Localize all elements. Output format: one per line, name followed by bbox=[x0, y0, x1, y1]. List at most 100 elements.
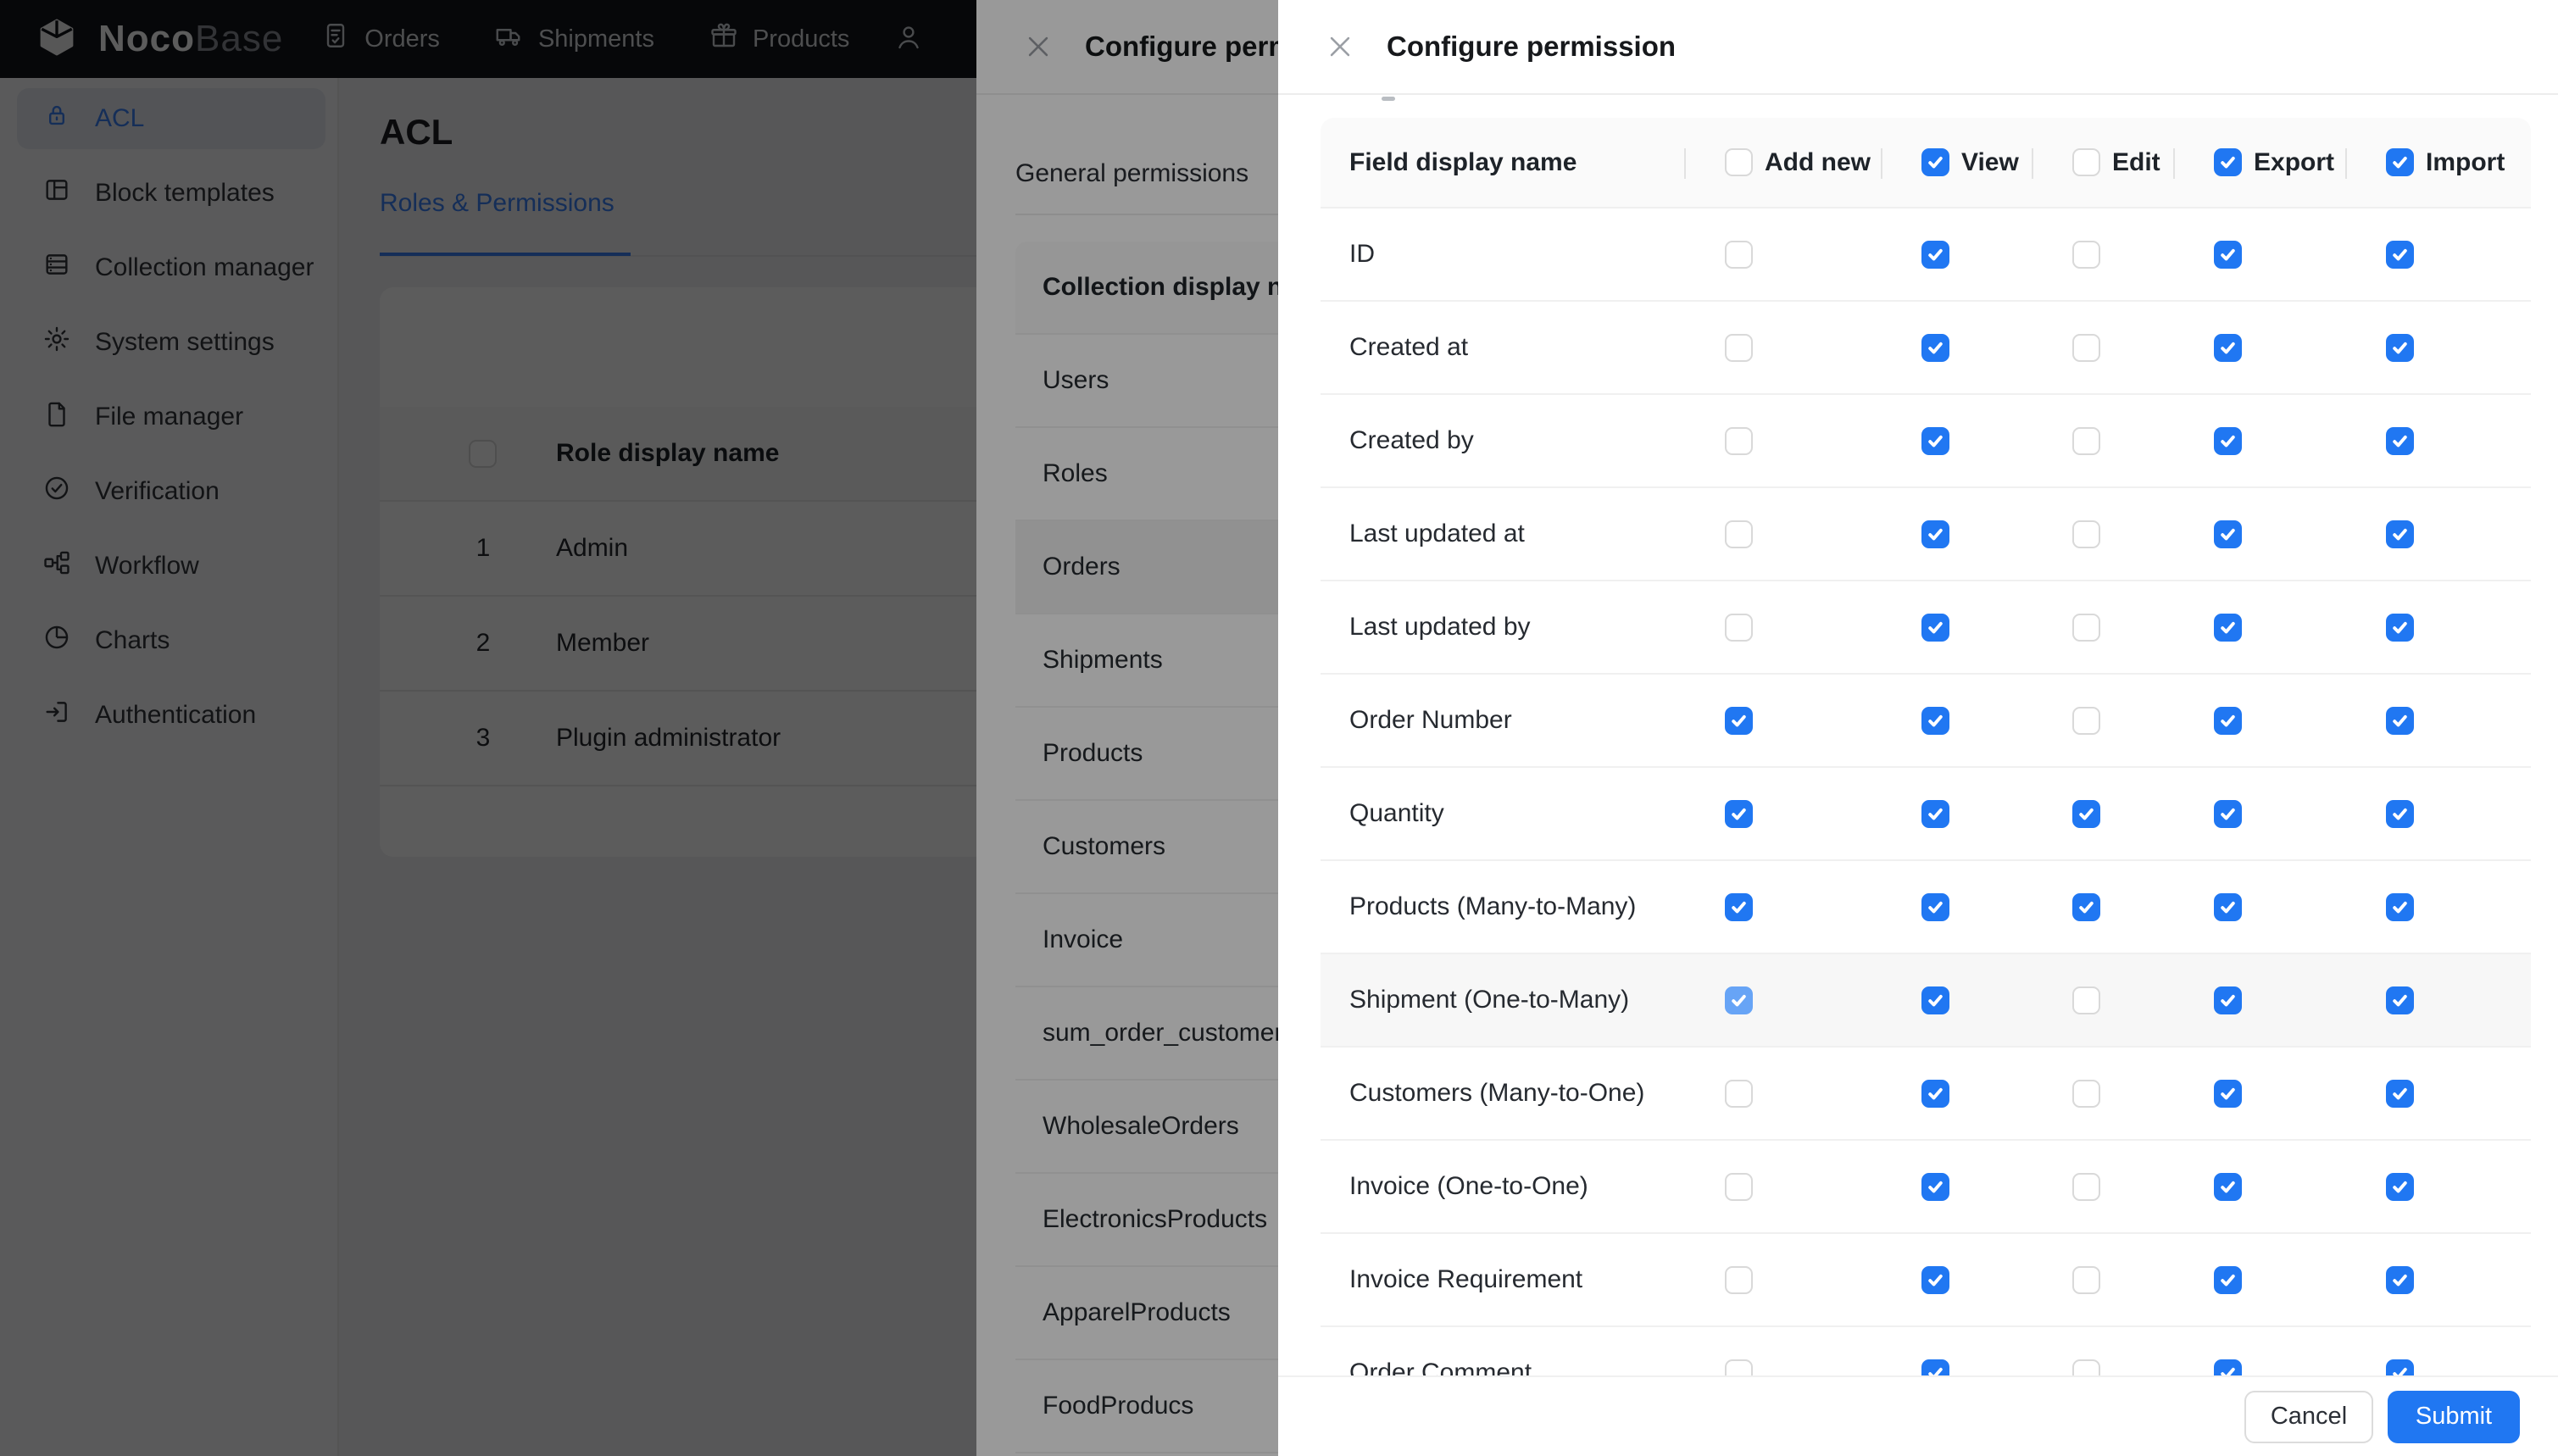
field-permissions-header: Field display name Add new View Edit Export I… bbox=[1321, 118, 2531, 208]
checkbox-edit[interactable] bbox=[2072, 706, 2100, 735]
cancel-button[interactable]: Cancel bbox=[2244, 1390, 2373, 1443]
permission-cell-import bbox=[2345, 488, 2531, 580]
checkbox-export[interactable] bbox=[2214, 333, 2242, 362]
checkbox-add-new[interactable] bbox=[1725, 986, 1753, 1014]
checkbox-import[interactable] bbox=[2386, 520, 2414, 548]
checkbox-view[interactable] bbox=[1921, 426, 1949, 455]
checkbox-edit[interactable] bbox=[2072, 1172, 2100, 1201]
column-header-label: Export bbox=[2254, 147, 2335, 176]
permission-cell-add-new bbox=[1684, 488, 1881, 580]
checkbox-view[interactable] bbox=[1921, 613, 1949, 642]
checkbox-edit[interactable] bbox=[2072, 986, 2100, 1014]
checkbox-edit[interactable] bbox=[2072, 240, 2100, 269]
checkbox-view[interactable] bbox=[1921, 706, 1949, 735]
checkbox-import[interactable] bbox=[2386, 706, 2414, 735]
screen: NocoBase Orders Shipments Products ACL Bloc… bbox=[0, 0, 2558, 1456]
checkbox-export[interactable] bbox=[2214, 799, 2242, 828]
checkbox-import[interactable] bbox=[2386, 333, 2414, 362]
field-display-name: ID bbox=[1349, 240, 1375, 268]
checkbox-export[interactable] bbox=[2214, 240, 2242, 269]
column-checkbox-import[interactable] bbox=[2386, 148, 2414, 176]
checkbox-add-new[interactable] bbox=[1725, 426, 1753, 455]
column-checkbox-add-new[interactable] bbox=[1725, 148, 1753, 176]
checkbox-export[interactable] bbox=[2214, 426, 2242, 455]
column-checkbox-export[interactable] bbox=[2214, 148, 2242, 176]
permission-cell-view bbox=[1881, 488, 2032, 580]
checkbox-import[interactable] bbox=[2386, 1172, 2414, 1201]
column-checkbox-view[interactable] bbox=[1921, 148, 1949, 176]
checkbox-add-new[interactable] bbox=[1725, 799, 1753, 828]
checkbox-import[interactable] bbox=[2386, 613, 2414, 642]
column-header-view: View bbox=[1881, 118, 2032, 207]
permission-cell-edit bbox=[2032, 1234, 2173, 1325]
checkbox-edit[interactable] bbox=[2072, 333, 2100, 362]
permission-cell-view bbox=[1881, 1141, 2032, 1232]
checkbox-add-new[interactable] bbox=[1725, 892, 1753, 921]
scrolled-content-artifact bbox=[1382, 97, 1395, 101]
field-display-name: Invoice (One-to-One) bbox=[1349, 1172, 1588, 1200]
checkbox-import[interactable] bbox=[2386, 240, 2414, 269]
permission-cell-view bbox=[1881, 1048, 2032, 1139]
checkbox-add-new[interactable] bbox=[1725, 520, 1753, 548]
close-icon[interactable] bbox=[1326, 32, 1354, 61]
permission-cell-edit bbox=[2032, 1048, 2173, 1139]
field-display-name: Products (Many-to-Many) bbox=[1349, 892, 1637, 920]
checkbox-export[interactable] bbox=[2214, 613, 2242, 642]
permission-cell-view bbox=[1881, 1234, 2032, 1325]
permission-cell-add-new bbox=[1684, 395, 1881, 486]
column-header-label: Import bbox=[2426, 147, 2505, 176]
permission-cell-edit bbox=[2032, 488, 2173, 580]
checkbox-export[interactable] bbox=[2214, 706, 2242, 735]
drawer-footer: Cancel Submit bbox=[1278, 1375, 2558, 1456]
checkbox-export[interactable] bbox=[2214, 520, 2242, 548]
checkbox-view[interactable] bbox=[1921, 1079, 1949, 1108]
checkbox-import[interactable] bbox=[2386, 1079, 2414, 1108]
checkbox-export[interactable] bbox=[2214, 1172, 2242, 1201]
permission-cell-import bbox=[2345, 302, 2531, 393]
checkbox-export[interactable] bbox=[2214, 1079, 2242, 1108]
checkbox-view[interactable] bbox=[1921, 1172, 1949, 1201]
checkbox-edit[interactable] bbox=[2072, 1265, 2100, 1294]
checkbox-view[interactable] bbox=[1921, 986, 1949, 1014]
checkbox-import[interactable] bbox=[2386, 892, 2414, 921]
checkbox-edit[interactable] bbox=[2072, 799, 2100, 828]
checkbox-view[interactable] bbox=[1921, 333, 1949, 362]
checkbox-view[interactable] bbox=[1921, 1265, 1949, 1294]
checkbox-view[interactable] bbox=[1921, 799, 1949, 828]
checkbox-view[interactable] bbox=[1921, 892, 1949, 921]
checkbox-add-new[interactable] bbox=[1725, 1079, 1753, 1108]
checkbox-export[interactable] bbox=[2214, 892, 2242, 921]
checkbox-import[interactable] bbox=[2386, 1265, 2414, 1294]
permission-cell-edit bbox=[2032, 302, 2173, 393]
checkbox-import[interactable] bbox=[2386, 799, 2414, 828]
checkbox-export[interactable] bbox=[2214, 986, 2242, 1014]
checkbox-view[interactable] bbox=[1921, 240, 1949, 269]
field-row-quantity: Quantity bbox=[1321, 768, 2531, 861]
checkbox-export[interactable] bbox=[2214, 1265, 2242, 1294]
field-row-invoice-one-to-one-: Invoice (One-to-One) bbox=[1321, 1141, 2531, 1234]
checkbox-add-new[interactable] bbox=[1725, 706, 1753, 735]
checkbox-import[interactable] bbox=[2386, 986, 2414, 1014]
checkbox-add-new[interactable] bbox=[1725, 333, 1753, 362]
checkbox-add-new[interactable] bbox=[1725, 1172, 1753, 1201]
permission-cell-add-new bbox=[1684, 954, 1881, 1046]
checkbox-edit[interactable] bbox=[2072, 613, 2100, 642]
checkbox-edit[interactable] bbox=[2072, 1079, 2100, 1108]
field-display-name: Last updated at bbox=[1349, 520, 1525, 547]
permission-cell-add-new bbox=[1684, 768, 1881, 859]
submit-button[interactable]: Submit bbox=[2388, 1390, 2520, 1443]
checkbox-add-new[interactable] bbox=[1725, 1265, 1753, 1294]
checkbox-view[interactable] bbox=[1921, 520, 1949, 548]
permission-cell-edit bbox=[2032, 395, 2173, 486]
drawer-configure-permission: Configure permission Field display name A… bbox=[1278, 0, 2558, 1456]
permission-cell-import bbox=[2345, 395, 2531, 486]
checkbox-edit[interactable] bbox=[2072, 426, 2100, 455]
checkbox-add-new[interactable] bbox=[1725, 240, 1753, 269]
column-checkbox-edit[interactable] bbox=[2072, 148, 2100, 176]
checkbox-edit[interactable] bbox=[2072, 520, 2100, 548]
permission-cell-edit bbox=[2032, 861, 2173, 953]
checkbox-add-new[interactable] bbox=[1725, 613, 1753, 642]
checkbox-import[interactable] bbox=[2386, 426, 2414, 455]
permission-cell-edit bbox=[2032, 581, 2173, 673]
checkbox-edit[interactable] bbox=[2072, 892, 2100, 921]
